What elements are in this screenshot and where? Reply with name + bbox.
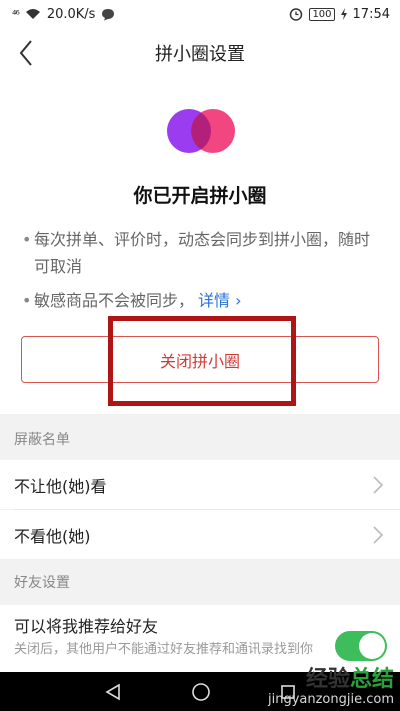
alarm-icon (290, 8, 303, 21)
chevron-right-icon (373, 475, 384, 494)
recommend-toggle[interactable] (335, 631, 387, 661)
row-recommend-to-friends: 可以将我推荐给好友 关闭后，其他用户不能通过好友推荐和通讯录找到你 (0, 605, 400, 672)
row-hide-from[interactable]: 不让他(她)看 (0, 460, 400, 509)
details-link[interactable]: 详情 › (198, 291, 242, 310)
message-icon (102, 8, 115, 20)
info-bullet-sync: • 每次拼单、评价时，动态会同步到拼小圈，随时可取消 (22, 226, 382, 280)
back-triangle-icon[interactable] (104, 683, 122, 701)
bullet-dot: • (22, 230, 32, 249)
pinxiaoquan-logo (167, 109, 235, 153)
home-circle-icon[interactable] (191, 682, 211, 702)
row-dont-see[interactable]: 不看他(她) (0, 510, 400, 559)
system-nav-bar (0, 672, 400, 711)
page-title: 拼小圈设置 (155, 44, 245, 65)
row-label: 可以将我推荐给好友 (14, 617, 159, 636)
charging-icon (340, 8, 347, 20)
bullet-dot: • (22, 291, 32, 310)
network-speed: 20.0K/s (46, 6, 96, 22)
recents-square-icon[interactable] (280, 684, 296, 700)
bullet-text: 敏感商品不会被同步， (34, 291, 195, 310)
toggle-knob (359, 633, 385, 659)
section-header-block-list: 屏蔽名单 (0, 414, 400, 464)
row-description: 关闭后，其他用户不能通过好友推荐和通讯录找到你 (14, 642, 314, 657)
row-label: 不看他(她) (14, 526, 91, 546)
status-title: 你已开启拼小圈 (133, 185, 267, 207)
section-header-friends: 好友设置 (0, 559, 400, 605)
back-button[interactable] (10, 37, 42, 69)
nav-bar: 拼小圈设置 (0, 28, 400, 78)
clock: 17:54 (352, 6, 390, 22)
status-bar: ⁴⁶ 20.0K/s 100 17:54 (0, 0, 400, 28)
bullet-text: 每次拼单、评价时，动态会同步到拼小圈，随时可取消 (34, 230, 371, 276)
wifi-icon (25, 9, 40, 19)
signal-icon: ⁴⁶ (12, 7, 20, 21)
battery-icon: 100 (309, 7, 335, 21)
status-card: 你已开启拼小圈 • 每次拼单、评价时，动态会同步到拼小圈，随时可取消 • 敏感商… (0, 78, 400, 414)
close-pinxiaoquan-button[interactable]: 关闭拼小圈 (21, 336, 379, 383)
chevron-right-icon (373, 525, 384, 544)
chevron-right-icon: › (235, 291, 242, 310)
back-arrow-icon (19, 40, 32, 66)
info-bullet-sensitive: • 敏感商品不会被同步， 详情 › (22, 287, 382, 314)
row-label: 不让他(她)看 (14, 476, 107, 496)
